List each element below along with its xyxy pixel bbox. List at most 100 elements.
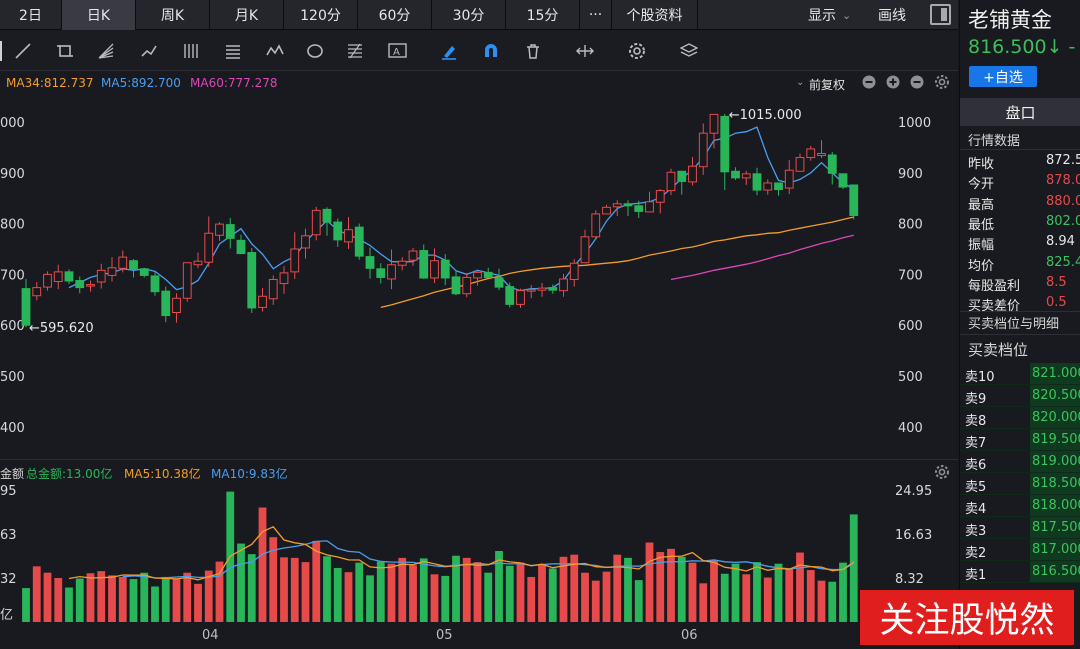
text-tool-icon[interactable]: A	[385, 39, 411, 63]
candle-body	[150, 275, 160, 293]
zoom-in-icon[interactable]	[886, 75, 900, 92]
orderbook-row[interactable]: 卖9 820.500	[960, 385, 1080, 407]
tab-more[interactable]: ···	[580, 0, 612, 30]
candlestick	[483, 267, 493, 278]
tab-15min[interactable]: 15分	[506, 0, 580, 30]
volume-bar	[462, 557, 471, 622]
candlestick	[752, 167, 762, 196]
draw-line-button[interactable]: 画线	[878, 0, 906, 30]
orderbook-row[interactable]: 卖10 821.000	[960, 363, 1080, 385]
candlestick	[655, 189, 665, 214]
candlestick	[311, 206, 321, 241]
tab-stock-profile[interactable]: 个股资料	[612, 0, 698, 30]
orderbook-row[interactable]: 卖5 818.500	[960, 473, 1080, 495]
stat-label: 昨收	[968, 157, 995, 172]
volume-chart[interactable]: 24.95 95 16.63 63 8.32 32 亿	[0, 483, 958, 623]
orderbook-title[interactable]: 买卖档位与明细	[968, 313, 1059, 332]
zoom-out-icon[interactable]	[862, 75, 876, 92]
volume-bar	[258, 507, 267, 622]
orderbook-row[interactable]: 卖6 819.000	[960, 451, 1080, 473]
vertical-lines-icon[interactable]	[178, 39, 204, 63]
volume-axis-label: 24.95	[895, 484, 932, 499]
volume-bar	[301, 562, 310, 622]
adjust-range-icon[interactable]	[572, 39, 598, 63]
last-price: 816.500↓ -	[968, 36, 1075, 58]
orderbook-row[interactable]: 卖3 817.500	[960, 517, 1080, 539]
volume-bar	[398, 557, 407, 622]
volume-bar	[484, 572, 493, 622]
tab-pankou[interactable]: 盘口	[960, 98, 1080, 126]
pen-tool-icon[interactable]	[436, 39, 462, 63]
trash-icon[interactable]	[520, 39, 546, 63]
volume-bar	[505, 565, 514, 622]
chart-settings-icon[interactable]	[934, 74, 950, 93]
tab-120min[interactable]: 120分	[284, 0, 358, 30]
magnet-icon[interactable]	[478, 39, 504, 63]
vol-ma5-value: MA5:10.38亿	[124, 467, 201, 481]
orderbook-row[interactable]: 卖4 818.000	[960, 495, 1080, 517]
tab-monthly-k[interactable]: 月K	[210, 0, 284, 30]
volume-settings-icon[interactable]	[934, 464, 950, 483]
candle-body	[64, 271, 74, 282]
last-price-value: 816.500↓	[968, 36, 1063, 58]
sidebar-toggle-icon[interactable]	[930, 4, 951, 25]
stat-row: 最高 880.0	[960, 192, 1080, 213]
candle-body	[666, 171, 676, 192]
ma34-value: MA34:812.737	[6, 76, 94, 90]
orderbook-row[interactable]: 卖2 817.000	[960, 539, 1080, 561]
month-label: 04	[202, 628, 219, 643]
divider	[960, 311, 1080, 312]
stat-label: 今开	[968, 177, 995, 193]
tab-2day[interactable]: 2日	[0, 0, 62, 30]
tab-30min[interactable]: 30分	[432, 0, 506, 30]
wave-tool-icon[interactable]	[262, 39, 288, 63]
stat-row: 每股盈利 8.5	[960, 273, 1080, 294]
candlestick	[204, 216, 214, 267]
orderbook-row[interactable]: 卖1 816.500	[960, 561, 1080, 583]
candle-body	[258, 295, 267, 308]
gear-icon[interactable]	[624, 39, 650, 63]
month-label: 06	[681, 628, 698, 643]
volume-bar	[129, 579, 138, 622]
stock-name: 老铺黄金	[968, 8, 1052, 32]
orderbook-row[interactable]: 卖7 819.500	[960, 429, 1080, 451]
add-watchlist-button[interactable]: +自选	[969, 66, 1037, 87]
candlestick	[795, 153, 805, 172]
svg-text:A: A	[393, 47, 400, 58]
watermark-banner: 关注股悦然	[860, 590, 1074, 645]
crop-tool-icon[interactable]	[52, 39, 78, 63]
orderbook-row[interactable]: 卖8 820.000	[960, 407, 1080, 429]
candlestick-chart[interactable]: 1000 000 900 900 800 800 700 700 600 600 500 500 400…	[0, 94, 958, 456]
orderbook-level: 卖8	[965, 414, 987, 429]
volume-bar	[441, 575, 450, 622]
cycle-tool-icon[interactable]	[302, 39, 328, 63]
candle-body	[698, 132, 708, 168]
stat-row: 均价 825.4	[960, 253, 1080, 274]
collapse-icon[interactable]	[910, 75, 924, 92]
candlestick	[602, 204, 611, 215]
ma60-value: MA60:777.278	[190, 76, 278, 90]
fibonacci-tool-icon[interactable]	[342, 39, 368, 63]
stat-value: 880.0	[1046, 193, 1080, 209]
candlestick	[21, 278, 31, 328]
trend-tool-icon[interactable]	[136, 39, 162, 63]
tab-weekly-k[interactable]: 周K	[136, 0, 210, 30]
volume-bar	[54, 578, 63, 622]
adjust-mode-button[interactable]: 前复权	[809, 76, 845, 93]
candle-body	[365, 256, 375, 269]
candlestick	[322, 207, 332, 236]
candlestick	[817, 140, 826, 159]
chevron-down-icon[interactable]: ⌄	[796, 77, 804, 88]
candlestick	[731, 167, 740, 180]
stat-value: 872.5	[1046, 153, 1080, 168]
horizontal-lines-icon[interactable]	[220, 39, 246, 63]
fan-tool-icon[interactable]	[93, 39, 119, 63]
tab-daily-k[interactable]: 日K	[62, 0, 136, 30]
layers-icon[interactable]	[676, 39, 702, 63]
display-menu[interactable]: 显示 ⌄	[808, 0, 851, 30]
volume-bar	[548, 568, 557, 622]
candle-body	[494, 277, 504, 288]
line-tool-icon[interactable]	[10, 39, 36, 63]
stat-label: 每股盈利	[968, 278, 1021, 294]
tab-60min[interactable]: 60分	[358, 0, 432, 30]
